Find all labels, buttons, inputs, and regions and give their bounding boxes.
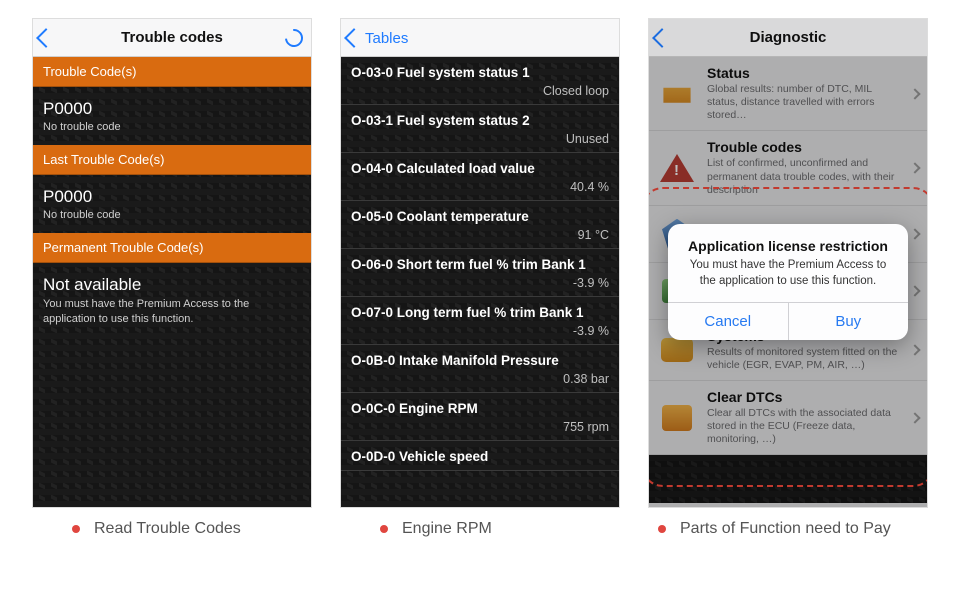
section-header: Permanent Trouble Code(s) <box>33 233 311 263</box>
bullet-icon <box>72 525 80 533</box>
pid-value: -3.9 % <box>351 324 609 338</box>
bullet-icon <box>380 525 388 533</box>
chevron-left-icon <box>652 28 672 48</box>
pid-value: Closed loop <box>351 84 609 98</box>
trouble-code-item[interactable]: Not available You must have the Premium … <box>33 263 311 339</box>
pid-row[interactable]: O-05-0 Coolant temperature 91 °C <box>341 201 619 249</box>
pid-value: 91 °C <box>351 228 609 242</box>
screenshot-diagnostic: Diagnostic StatusGlobal results: number … <box>648 18 928 508</box>
buy-button[interactable]: Buy <box>788 303 909 340</box>
code-value: Not available <box>43 275 301 295</box>
nav-title: Diagnostic <box>750 29 827 46</box>
alert-message: You must have the Premium Access to the … <box>682 258 894 289</box>
caption: Engine RPM <box>340 520 620 538</box>
pid-value: 0.38 bar <box>351 372 609 386</box>
back-button[interactable] <box>655 19 671 57</box>
back-button[interactable]: Tables <box>347 19 408 57</box>
pid-value: 755 rpm <box>351 420 609 434</box>
navbar: Diagnostic <box>649 19 927 57</box>
screenshot-trouble-codes: Trouble codes Trouble Code(s) P0000 No t… <box>32 18 312 508</box>
pid-row[interactable]: O-03-1 Fuel system status 2 Unused <box>341 105 619 153</box>
pid-row[interactable]: O-0C-0 Engine RPM 755 rpm <box>341 393 619 441</box>
pid-row[interactable]: O-07-0 Long term fuel % trim Bank 1 -3.9 … <box>341 297 619 345</box>
nav-title: Trouble codes <box>121 29 223 46</box>
caption: Parts of Function need to Pay <box>648 520 928 538</box>
pid-row[interactable]: O-03-0 Fuel system status 1 Closed loop <box>341 57 619 105</box>
pid-row[interactable]: O-0D-0 Vehicle speed <box>341 441 619 471</box>
chevron-left-icon <box>36 28 56 48</box>
code-value: P0000 <box>43 187 301 207</box>
code-description: No trouble code <box>43 209 301 221</box>
caption-text: Read Trouble Codes <box>94 520 241 538</box>
pid-label: O-03-0 Fuel system status 1 <box>351 65 609 80</box>
pid-label: O-05-0 Coolant temperature <box>351 209 609 224</box>
navbar: Tables <box>341 19 619 57</box>
refresh-icon <box>281 25 306 50</box>
trouble-code-item[interactable]: P0000 No trouble code <box>33 175 311 233</box>
section-header: Last Trouble Code(s) <box>33 145 311 175</box>
screen-body: StatusGlobal results: number of DTC, MIL… <box>649 57 927 507</box>
refresh-button[interactable] <box>285 19 303 57</box>
navbar: Trouble codes <box>33 19 311 57</box>
trouble-code-item[interactable]: P0000 No trouble code <box>33 87 311 145</box>
pid-label: O-0B-0 Intake Manifold Pressure <box>351 353 609 368</box>
code-description: You must have the Premium Access to the … <box>43 297 273 327</box>
license-alert: Application license restriction You must… <box>668 224 908 339</box>
cancel-button[interactable]: Cancel <box>668 303 788 340</box>
modal-scrim: Application license restriction You must… <box>649 57 927 507</box>
pid-label: O-0D-0 Vehicle speed <box>351 449 609 464</box>
pid-row[interactable]: O-0B-0 Intake Manifold Pressure 0.38 bar <box>341 345 619 393</box>
caption-text: Parts of Function need to Pay <box>680 520 891 538</box>
pid-row[interactable]: O-06-0 Short term fuel % trim Bank 1 -3.9… <box>341 249 619 297</box>
bullet-icon <box>658 525 666 533</box>
caption: Read Trouble Codes <box>32 520 312 538</box>
screen-body: O-03-0 Fuel system status 1Closed loopO-… <box>341 57 619 507</box>
caption-text: Engine RPM <box>402 520 492 538</box>
pid-value: 40.4 % <box>351 180 609 194</box>
back-button[interactable] <box>39 19 55 57</box>
chevron-left-icon <box>344 28 364 48</box>
code-description: No trouble code <box>43 121 301 133</box>
screen-body: Trouble Code(s) P0000 No trouble code La… <box>33 57 311 507</box>
screenshot-tables: Tables O-03-0 Fuel system status 1 Closed… <box>340 18 620 508</box>
pid-value: Unused <box>351 132 609 146</box>
pid-row[interactable]: O-04-0 Calculated load value 40.4 % <box>341 153 619 201</box>
section-header: Trouble Code(s) <box>33 57 311 87</box>
code-value: P0000 <box>43 99 301 119</box>
back-label: Tables <box>365 30 408 47</box>
pid-label: O-07-0 Long term fuel % trim Bank 1 <box>351 305 609 320</box>
pid-label: O-06-0 Short term fuel % trim Bank 1 <box>351 257 609 272</box>
pid-label: O-03-1 Fuel system status 2 <box>351 113 609 128</box>
pid-value: -3.9 % <box>351 276 609 290</box>
pid-label: O-0C-0 Engine RPM <box>351 401 609 416</box>
pid-label: O-04-0 Calculated load value <box>351 161 609 176</box>
alert-title: Application license restriction <box>682 238 894 254</box>
